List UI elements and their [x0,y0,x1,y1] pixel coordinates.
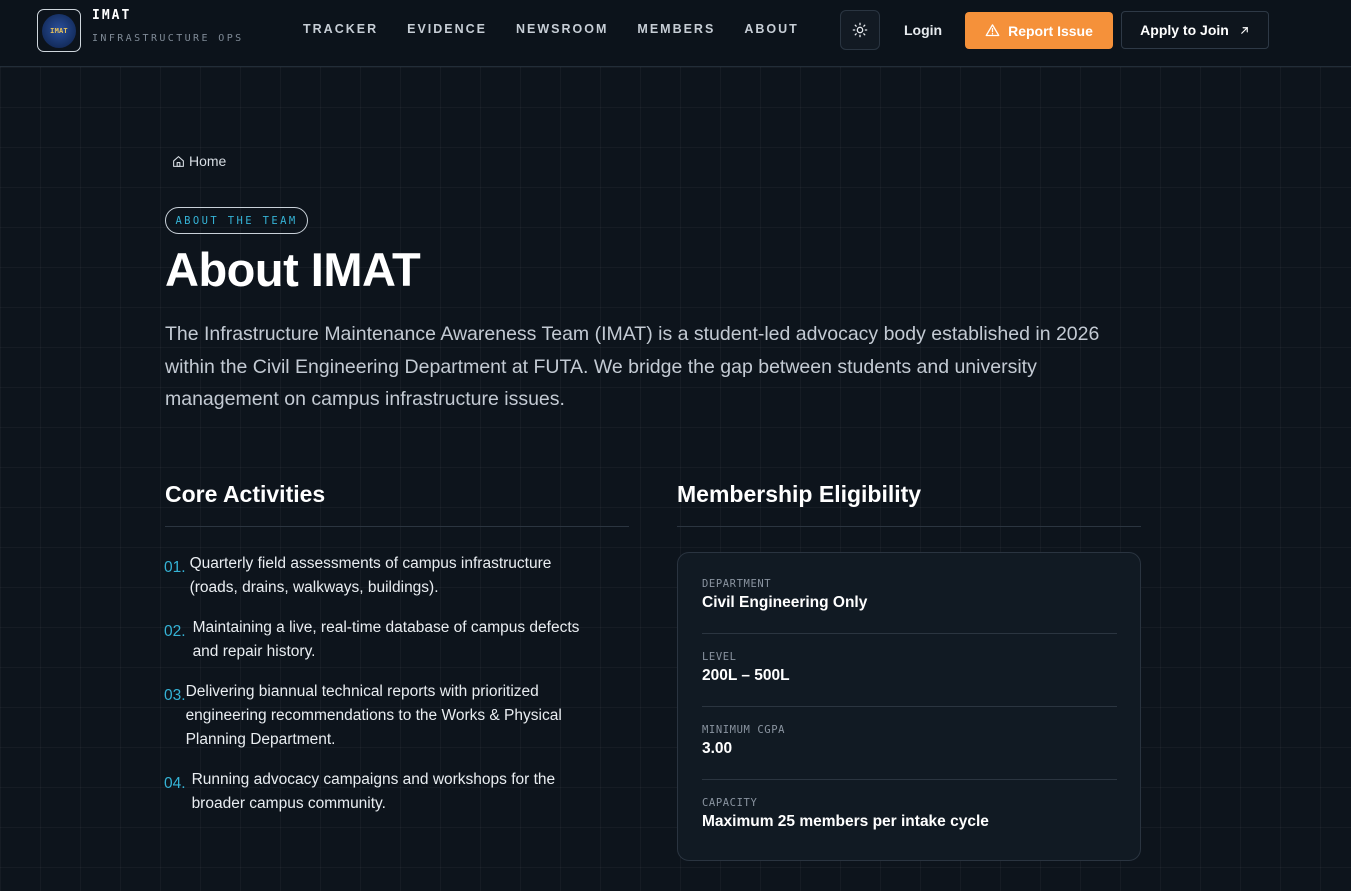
activity-number: 04. [164,775,186,792]
card-separator [702,706,1117,707]
activity-item: 02. Maintaining a live, real-time databa… [164,616,579,664]
logo-text: IMAT [50,26,68,35]
eligibility-label: MINIMUM CGPA [702,724,786,736]
activity-text-line: (roads, drains, walkways, buildings). [189,579,439,596]
nav-evidence[interactable]: EVIDENCE [407,22,487,36]
card-separator [702,779,1117,780]
eligibility-title: Membership Eligibility [677,481,922,507]
sun-icon [852,22,868,38]
eligibility-label: LEVEL [702,651,737,663]
nav-about[interactable]: ABOUT [744,22,798,36]
nav-members[interactable]: MEMBERS [637,22,715,36]
brand-subtitle: INFRASTRUCTURE OPS [92,33,244,44]
warning-triangle-icon [985,24,1000,37]
activity-text-line: Delivering biannual technical reports wi… [185,683,539,700]
core-activities-divider [165,526,629,527]
brand-name: IMAT [92,8,132,23]
home-icon [173,155,184,167]
activity-text: Maintaining a live, real-time database o… [193,616,580,664]
apply-to-join-button[interactable]: Apply to Join [1121,11,1269,49]
breadcrumb[interactable]: Home [172,153,226,169]
activity-number: 03. [164,687,186,704]
apply-label: Apply to Join [1140,22,1229,38]
intro-paragraph: The Infrastructure Maintenance Awareness… [165,323,1100,410]
activity-text-line: and repair history. [192,643,316,660]
top-header: IMAT IMAT INFRASTRUCTURE OPS TRACKER EVI… [0,0,1351,67]
activity-text-line: Quarterly field assessments of campus in… [189,555,552,572]
eligibility-row-level: LEVEL 200L – 500L [702,651,1117,685]
activity-text-line: Running advocacy campaigns and workshops… [191,771,556,788]
report-issue-button[interactable]: Report Issue [965,12,1113,49]
activity-text: Running advocacy campaigns and workshops… [192,768,556,816]
nav-tracker[interactable]: TRACKER [303,22,378,36]
theme-toggle-button[interactable] [840,10,880,50]
activity-text: Delivering biannual technical reports wi… [186,680,562,752]
report-issue-label: Report Issue [1008,22,1093,39]
activity-text-line: broader campus community. [191,795,386,812]
eligibility-label: DEPARTMENT [702,578,772,590]
activity-text-line: engineering recommendations to the Works… [185,707,562,724]
core-activities-title: Core Activities [165,481,326,507]
logo-emblem: IMAT [42,13,76,48]
eligibility-row-cgpa: MINIMUM CGPA 3.00 [702,724,1117,758]
activity-text: Quarterly field assessments of campus in… [190,552,552,600]
eligibility-value: 200L – 500L [702,667,790,684]
activity-item: 04. Running advocacy campaigns and works… [164,768,555,816]
eligibility-row-department: DEPARTMENT Civil Engineering Only [702,578,1117,612]
activity-number: 02. [164,623,186,640]
eligibility-label: CAPACITY [702,797,758,809]
main-nav: TRACKER EVIDENCE NEWSROOM MEMBERS ABOUT [303,22,799,36]
eligibility-row-capacity: CAPACITY Maximum 25 members per intake c… [702,797,1117,831]
page-title: About IMAT [165,243,421,296]
breadcrumb-home[interactable]: Home [189,153,226,169]
activity-number: 01. [164,559,186,576]
section-pill: ABOUT THE TEAM [165,207,308,234]
activity-text-line: Planning Department. [185,731,336,748]
nav-newsroom[interactable]: NEWSROOM [516,22,608,36]
eligibility-card: DEPARTMENT Civil Engineering Only LEVEL … [677,552,1141,861]
eligibility-divider [677,526,1141,527]
login-link[interactable]: Login [904,22,942,38]
activity-item: 03. Delivering biannual technical report… [164,680,562,752]
logo[interactable]: IMAT [37,9,81,52]
activity-text-line: Maintaining a live, real-time database o… [192,619,580,636]
eligibility-value: Maximum 25 members per intake cycle [702,813,989,830]
eligibility-value: Civil Engineering Only [702,594,868,611]
arrow-up-right-icon [1241,26,1248,34]
activity-item: 01. Quarterly field assessments of campu… [164,552,551,600]
eligibility-value: 3.00 [702,740,733,757]
card-separator [702,633,1117,634]
